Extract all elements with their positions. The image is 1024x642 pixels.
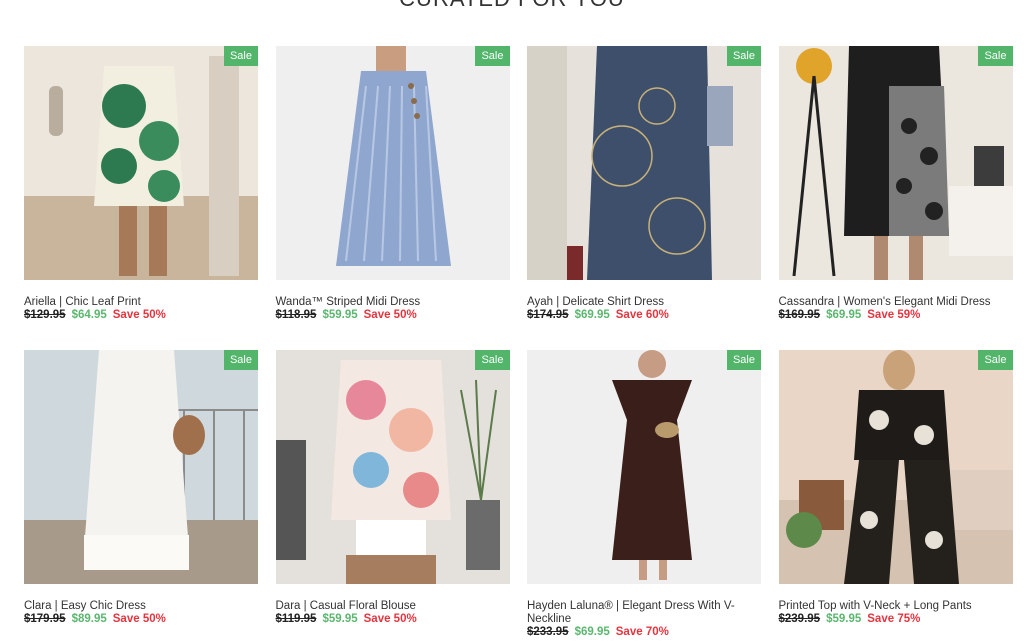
- price-row: $239.95 $59.95 Save 75%: [779, 613, 1013, 626]
- sale-badge: Sale: [978, 46, 1013, 66]
- product-image[interactable]: Sale: [24, 46, 258, 280]
- sale-badge: Sale: [475, 46, 510, 66]
- product-image[interactable]: Sale: [527, 350, 761, 584]
- product-image[interactable]: Sale: [275, 46, 510, 280]
- sale-price: $69.95: [826, 309, 862, 321]
- price-row: $129.95 $64.95 Save 50%: [24, 309, 258, 322]
- original-price: $239.95: [778, 613, 821, 625]
- product-card[interactable]: Sale Hayden Laluna® | Elegant Dress With…: [527, 350, 761, 642]
- product-card[interactable]: Sale Printed Top with V-Neck + Long Pant…: [778, 350, 1013, 642]
- sale-badge: Sale: [223, 46, 258, 66]
- sale-badge: Sale: [726, 46, 761, 66]
- discount-label: Save 50%: [363, 613, 417, 625]
- original-price: $174.95: [527, 309, 569, 321]
- discount-label: Save 60%: [615, 309, 669, 321]
- original-price: $129.95: [24, 309, 66, 321]
- original-price: $118.95: [275, 309, 317, 321]
- original-price: $169.95: [778, 309, 821, 321]
- sale-price: $89.95: [71, 613, 107, 625]
- product-card[interactable]: Sale Clara | Easy Chic Dress $179.95 $89.…: [24, 350, 258, 642]
- price-row: $233.95 $69.95 Save 70%: [527, 626, 761, 639]
- discount-label: Save 50%: [112, 613, 166, 625]
- product-card[interactable]: Sale Ariella | Chic Leaf Print $129.95 $6…: [24, 46, 258, 338]
- discount-label: Save 75%: [867, 613, 921, 625]
- price-row: $119.95 $59.95 Save 50%: [276, 613, 510, 626]
- product-grid: Sale Ariella | Chic Leaf Print $129.95 $6…: [24, 46, 1013, 642]
- product-card[interactable]: Sale Dara | Casual Floral Blouse $119.95…: [275, 350, 510, 642]
- price-row: $179.95 $89.95 Save 50%: [24, 613, 258, 626]
- product-name[interactable]: Ariella | Chic Leaf Print: [24, 296, 258, 309]
- discount-label: Save 70%: [615, 626, 669, 638]
- discount-label: Save 50%: [112, 309, 166, 321]
- price-row: $169.95 $69.95 Save 59%: [779, 309, 1013, 322]
- product-card[interactable]: Sale Cassandra | Women's Elegant Midi Dr…: [778, 46, 1013, 338]
- original-price: $179.95: [24, 613, 66, 625]
- section-title: CURATED FOR YOU: [0, 0, 1024, 12]
- price-row: $174.95 $69.95 Save 60%: [527, 309, 761, 322]
- product-name[interactable]: Dara | Casual Floral Blouse: [276, 600, 510, 613]
- price-row: $118.95 $59.95 Save 50%: [276, 309, 510, 322]
- product-name[interactable]: Hayden Laluna® | Elegant Dress With V-Ne…: [527, 600, 761, 626]
- product-image[interactable]: Sale: [275, 350, 510, 584]
- sale-price: $59.95: [322, 309, 358, 321]
- sale-price: $69.95: [574, 626, 610, 638]
- sale-price: $59.95: [826, 613, 862, 625]
- sale-badge: Sale: [978, 350, 1013, 370]
- sale-badge: Sale: [475, 350, 510, 370]
- product-name[interactable]: Printed Top with V-Neck + Long Pants: [779, 600, 1013, 613]
- sale-price: $59.95: [322, 613, 358, 625]
- discount-label: Save 59%: [867, 309, 921, 321]
- sale-price: $69.95: [574, 309, 610, 321]
- product-name[interactable]: Ayah | Delicate Shirt Dress: [527, 296, 761, 309]
- product-name[interactable]: Cassandra | Women's Elegant Midi Dress: [779, 296, 1013, 309]
- product-name[interactable]: Clara | Easy Chic Dress: [24, 600, 258, 613]
- product-image[interactable]: Sale: [24, 350, 258, 584]
- original-price: $119.95: [275, 613, 317, 625]
- product-image[interactable]: Sale: [527, 46, 761, 280]
- product-card[interactable]: Sale Ayah | Delicate Shirt Dress $174.95…: [527, 46, 761, 338]
- product-card[interactable]: Sale Wanda™ Striped Midi Dress $118.95 $5…: [275, 46, 510, 338]
- product-image[interactable]: Sale: [778, 350, 1013, 584]
- product-image[interactable]: Sale: [778, 46, 1013, 280]
- discount-label: Save 50%: [363, 309, 417, 321]
- product-name[interactable]: Wanda™ Striped Midi Dress: [276, 296, 510, 309]
- sale-price: $64.95: [71, 309, 107, 321]
- sale-badge: Sale: [223, 350, 258, 370]
- sale-badge: Sale: [726, 350, 761, 370]
- original-price: $233.95: [527, 626, 569, 638]
